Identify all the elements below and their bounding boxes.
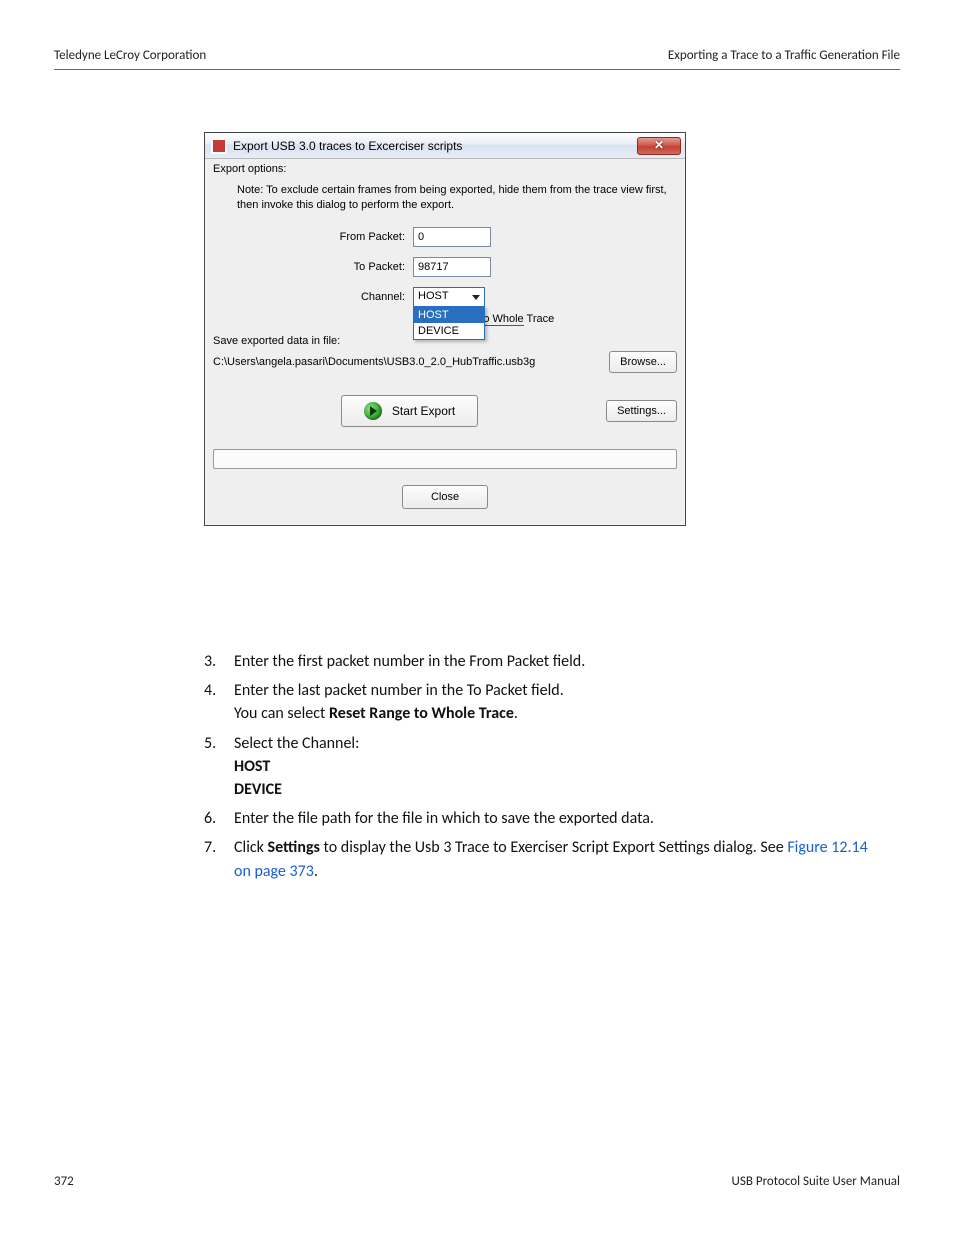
start-export-label: Start Export (392, 404, 455, 418)
channel-option-device[interactable]: DEVICE (414, 323, 484, 339)
instruction-list: 3. Enter the first packet number in the … (204, 650, 874, 889)
file-path-text: C:\Users\angela.pasari\Documents\USB3.0_… (213, 356, 601, 368)
dialog-body: Export options: Note: To exclude certain… (205, 159, 685, 525)
list-body-3: Enter the first packet number in the Fro… (234, 650, 874, 673)
list-body-5: Select the Channel: HOST DEVICE (234, 732, 874, 802)
list-4a: Enter the last packet number in the To P… (234, 681, 564, 700)
file-path-row: C:\Users\angela.pasari\Documents\USB3.0_… (213, 351, 677, 373)
progress-bar (213, 449, 677, 469)
list-num-6: 6. (204, 807, 234, 830)
from-packet-label: From Packet: (213, 231, 413, 243)
list-num-5: 5. (204, 732, 234, 802)
dialog-titlebar: Export USB 3.0 traces to Excerciser scri… (205, 133, 685, 159)
list-7-bold: Settings (268, 838, 320, 857)
list-item-6: 6. Enter the file path for the file in w… (204, 807, 874, 830)
channel-dropdown-list: HOST DEVICE (413, 306, 485, 340)
browse-button[interactable]: Browse... (609, 351, 677, 373)
list-4b-bold: Reset Range to Whole Trace (329, 704, 514, 723)
to-packet-row: To Packet: (213, 257, 677, 277)
app-icon (211, 138, 227, 154)
list-4b-post: . (514, 704, 518, 723)
list-4b-pre: You can select (234, 704, 329, 723)
list-5-device: DEVICE (234, 780, 282, 799)
channel-row: Channel: HOST HOST DEVICE (213, 287, 677, 307)
to-packet-label: To Packet: (213, 261, 413, 273)
export-options-label: Export options: (213, 163, 677, 175)
close-icon[interactable]: ✕ (637, 137, 681, 155)
header-right: Exporting a Trace to a Traffic Generatio… (668, 48, 900, 63)
list-body-4: Enter the last packet number in the To P… (234, 679, 874, 725)
list-body-7: Click Settings to display the Usb 3 Trac… (234, 836, 874, 882)
channel-select[interactable]: HOST (413, 287, 485, 307)
close-button[interactable]: Close (402, 485, 488, 509)
list-5-host: HOST (234, 757, 270, 776)
start-export-row: Start Export Settings... (213, 395, 677, 427)
list-num-7: 7. (204, 836, 234, 882)
manual-name: USB Protocol Suite User Manual (732, 1174, 900, 1189)
list-7-post: to display the Usb 3 Trace to Exerciser … (320, 838, 787, 857)
channel-label: Channel: (213, 291, 413, 303)
list-item-3: 3. Enter the first packet number in the … (204, 650, 874, 673)
reset-suffix: Trace (524, 313, 555, 325)
page-header: Teledyne LeCroy Corporation Exporting a … (54, 48, 900, 70)
channel-option-host[interactable]: HOST (414, 307, 484, 323)
export-dialog: Export USB 3.0 traces to Excerciser scri… (204, 132, 686, 526)
play-icon (364, 402, 382, 420)
close-row: Close (213, 485, 677, 509)
dialog-title: Export USB 3.0 traces to Excerciser scri… (233, 139, 637, 153)
list-item-5: 5. Select the Channel: HOST DEVICE (204, 732, 874, 802)
list-num-4: 4. (204, 679, 234, 725)
from-packet-input[interactable] (413, 227, 491, 247)
list-body-6: Enter the file path for the file in whic… (234, 807, 874, 830)
from-packet-row: From Packet: (213, 227, 677, 247)
list-item-4: 4. Enter the last packet number in the T… (204, 679, 874, 725)
list-num-3: 3. (204, 650, 234, 673)
header-left: Teledyne LeCroy Corporation (54, 48, 206, 63)
settings-button[interactable]: Settings... (606, 400, 677, 422)
channel-combo-wrap: HOST HOST DEVICE (413, 287, 485, 307)
to-packet-input[interactable] (413, 257, 491, 277)
list-5-text: Select the Channel: (234, 734, 359, 753)
export-note: Note: To exclude certain frames from bei… (237, 183, 677, 213)
start-export-button[interactable]: Start Export (341, 395, 478, 427)
page-footer: 372 USB Protocol Suite User Manual (54, 1174, 900, 1189)
list-7-pre: Click (234, 838, 268, 857)
list-item-7: 7. Click Settings to display the Usb 3 T… (204, 836, 874, 882)
page-number: 372 (54, 1174, 74, 1189)
list-7-end: . (314, 862, 318, 881)
